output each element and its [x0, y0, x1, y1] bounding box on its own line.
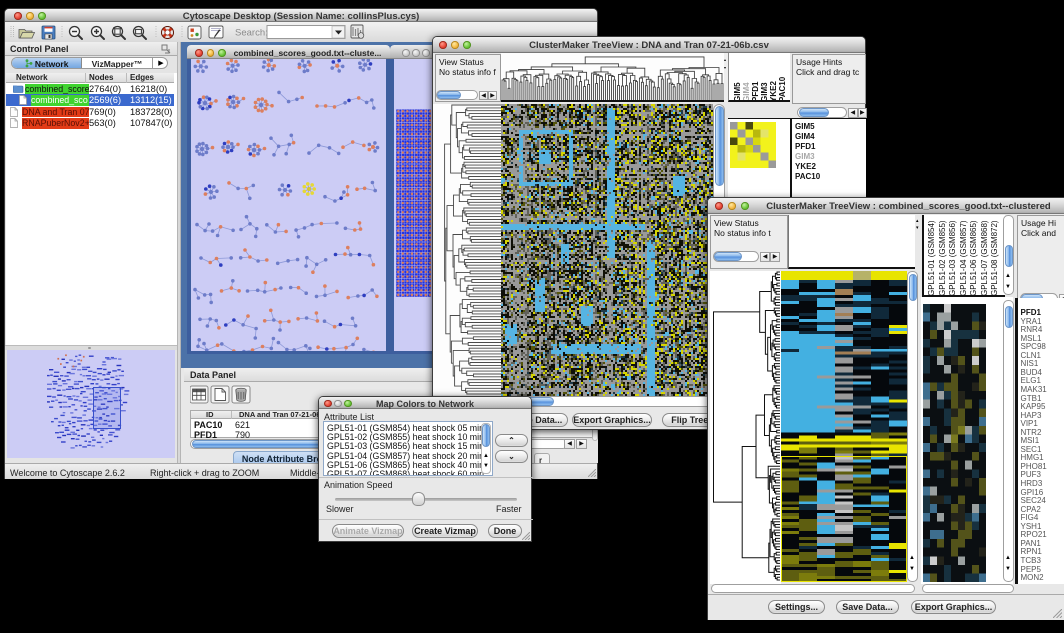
svg-text:Search:: Search: [235, 28, 268, 39]
